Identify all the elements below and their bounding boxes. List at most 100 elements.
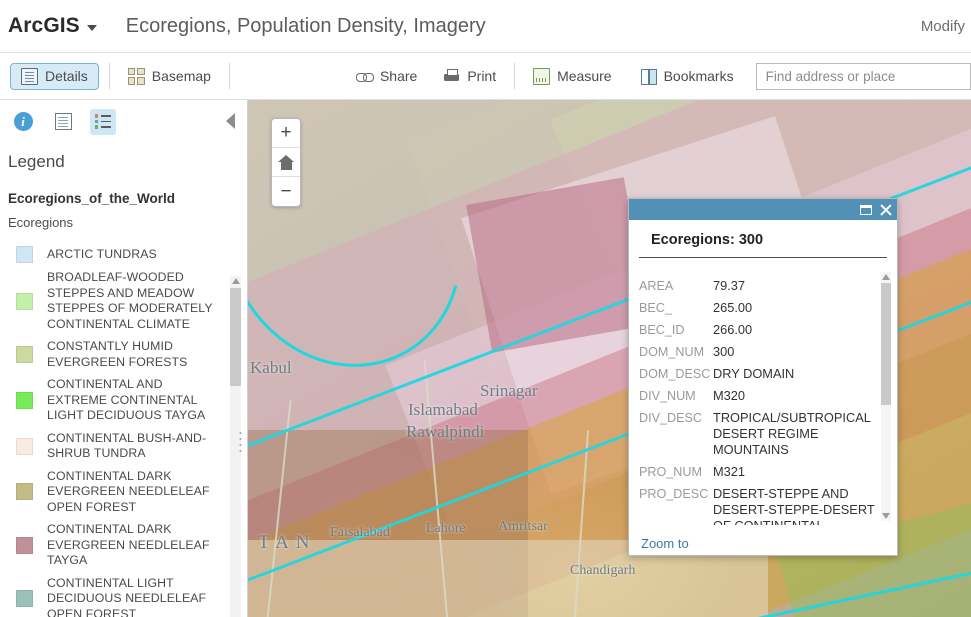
legend-item: CONTINENTAL DARK EVERGREEN NEEDLELEAF OP… <box>8 469 225 516</box>
toolbar-divider <box>108 63 110 89</box>
details-button[interactable]: Details <box>10 62 99 90</box>
legend-item-label: CONTINENTAL DARK EVERGREEN NEEDLELEAF TA… <box>47 522 210 567</box>
map-label: Chandigarh <box>570 563 636 578</box>
maximize-icon[interactable] <box>860 204 872 215</box>
bookmarks-label: Bookmarks <box>663 68 734 84</box>
print-icon <box>443 68 460 85</box>
scroll-down-arrow-icon[interactable] <box>882 513 890 519</box>
basemap-button[interactable]: Basemap <box>120 64 219 89</box>
map-canvas[interactable]: Kabul Islamabad Rawalpindi Srinagar Faisalab… <box>248 100 971 617</box>
zoom-out-button[interactable]: − <box>272 177 300 206</box>
header-actions: Modify <box>921 18 965 35</box>
legend-item-label: CONTINENTAL AND EXTREME CONTINENTAL LIGH… <box>47 377 206 422</box>
attribute-value: M321 <box>713 464 746 479</box>
bookmarks-button[interactable]: Bookmarks <box>632 64 742 89</box>
map-label: Srinagar <box>480 381 538 400</box>
attribute-key: AREA <box>639 279 674 293</box>
attribute-value: 79.37 <box>713 278 746 293</box>
attribute-row: DOM_NUM 300 <box>639 344 875 360</box>
attribute-key: BEC_ <box>639 301 672 315</box>
legend-swatch <box>16 437 33 455</box>
content-list-icon <box>54 113 72 130</box>
map-label: Islamabad <box>408 400 478 419</box>
sidebar-item-legend[interactable] <box>90 108 116 135</box>
scroll-up-arrow-icon[interactable] <box>882 274 890 280</box>
search-input[interactable] <box>755 62 971 90</box>
measure-button[interactable]: Measure <box>525 64 619 89</box>
zoom-controls: + − <box>271 118 301 207</box>
legend-item: CONTINENTAL DARK EVERGREEN NEEDLELEAF TA… <box>8 522 225 569</box>
scrollbar-thumb[interactable] <box>230 288 241 386</box>
brand-menu[interactable]: ArcGIS <box>0 14 97 38</box>
legend-content: Ecoregions_of_the_World Ecoregions ARCTI… <box>0 178 247 617</box>
legend-item: CONTINENTAL BUSH-AND-SHRUB TUNDRA <box>8 431 225 462</box>
attribute-row: DOM_DESC DRY DOMAIN <box>639 366 875 382</box>
scroll-up-arrow-icon[interactable] <box>231 278 240 284</box>
feature-popup: Ecoregions: 300 AREA 79.37 BEC_ 265.00 BEC_I… <box>628 198 898 556</box>
legend-swatch <box>16 246 33 263</box>
legend-item-label: ARCTIC TUNDRAS <box>47 246 157 261</box>
legend-swatch <box>16 483 33 501</box>
map-label: Kabul <box>250 358 292 377</box>
attribute-value: TROPICAL/SUBTROPICAL DESERT REGIME MOUNT… <box>713 410 871 457</box>
legend-item-label: CONTINENTAL BUSH-AND-SHRUB TUNDRA <box>47 430 207 461</box>
attribute-key: PRO_NUM <box>639 465 702 479</box>
scrollbar-thumb[interactable] <box>881 283 891 405</box>
modify-map-button[interactable]: Modify <box>921 18 965 35</box>
share-button[interactable]: Share <box>348 64 425 89</box>
search-container <box>755 62 971 90</box>
popup-scrollbar[interactable] <box>881 272 891 521</box>
attribute-value: 265.00 <box>713 300 753 315</box>
zoom-to-link[interactable]: Zoom to <box>641 536 689 551</box>
print-button[interactable]: Print <box>435 64 504 89</box>
attribute-value: DESERT-STEPPE AND DESERT-STEPPE-DESERT O… <box>713 486 875 525</box>
measure-icon <box>533 67 551 85</box>
legend-item: ARCTIC TUNDRAS <box>8 246 225 263</box>
map-label: Rawalpindi <box>406 422 485 441</box>
sidebar-item-about[interactable]: i <box>10 109 36 135</box>
attribute-value: 266.00 <box>713 322 753 337</box>
attribute-value: DRY DOMAIN <box>713 366 795 381</box>
attribute-row: BEC_ID 266.00 <box>639 322 875 338</box>
map-toolbar: Details Basemap Share Print Measure Book… <box>0 53 971 100</box>
legend-swatch <box>16 346 33 363</box>
map-label: Lahore <box>426 521 466 536</box>
default-extent-button[interactable] <box>272 148 300 177</box>
collapse-panel-button[interactable] <box>226 113 235 129</box>
map-label: TAN <box>258 532 317 553</box>
panel-resize-handle[interactable] <box>238 430 243 454</box>
popup-title: Ecoregions: 300 <box>639 220 887 258</box>
measure-label: Measure <box>557 68 612 84</box>
app-header: ArcGIS Ecoregions, Population Density, I… <box>0 0 971 53</box>
legend-swatch <box>16 391 33 409</box>
legend-item-label: CONTINENTAL DARK EVERGREEN NEEDLELEAF OP… <box>47 468 210 514</box>
home-icon <box>277 154 295 170</box>
attribute-key: DOM_NUM <box>639 345 705 359</box>
legend-item-list: ARCTIC TUNDRAS BROADLEAF-WOODED STEPPES A… <box>8 246 225 617</box>
details-label: Details <box>45 68 88 84</box>
zoom-in-button[interactable]: + <box>272 119 300 148</box>
attribute-row: BEC_ 265.00 <box>639 300 875 316</box>
legend-item: CONSTANTLY HUMID EVERGREEN FORESTS <box>8 339 225 370</box>
attribute-value: M320 <box>713 388 746 403</box>
chevron-down-icon <box>86 25 97 31</box>
left-side-panel: i Legend Ecoregions_of_the_World Ecoregi… <box>0 100 248 617</box>
legend-item: BROADLEAF-WOODED STEPPES AND MEADOW STEP… <box>8 270 225 332</box>
info-icon: i <box>13 112 33 131</box>
attribute-key: BEC_ID <box>639 323 685 337</box>
close-icon[interactable] <box>879 203 892 216</box>
sidebar-item-contents[interactable] <box>50 109 76 135</box>
attribute-row: DIV_DESC TROPICAL/SUBTROPICAL DESERT REGI… <box>639 410 875 458</box>
legend-layer-name: Ecoregions_of_the_World <box>8 191 176 206</box>
share-label: Share <box>379 68 418 84</box>
toolbar-divider <box>228 63 230 89</box>
legend-swatch <box>16 590 33 608</box>
legend-item: CONTINENTAL AND EXTREME CONTINENTAL LIGH… <box>8 377 225 424</box>
map-label: Faisalabad <box>330 525 390 540</box>
print-label: Print <box>467 68 497 84</box>
attribute-row: DIV_NUM M320 <box>639 388 875 404</box>
share-icon <box>355 68 374 85</box>
attribute-table: AREA 79.37 BEC_ 265.00 BEC_ID 266.00 DOM_NUM 30… <box>629 270 897 525</box>
panel-tab-strip: i <box>0 100 247 143</box>
attribute-key: DIV_DESC <box>639 411 702 425</box>
